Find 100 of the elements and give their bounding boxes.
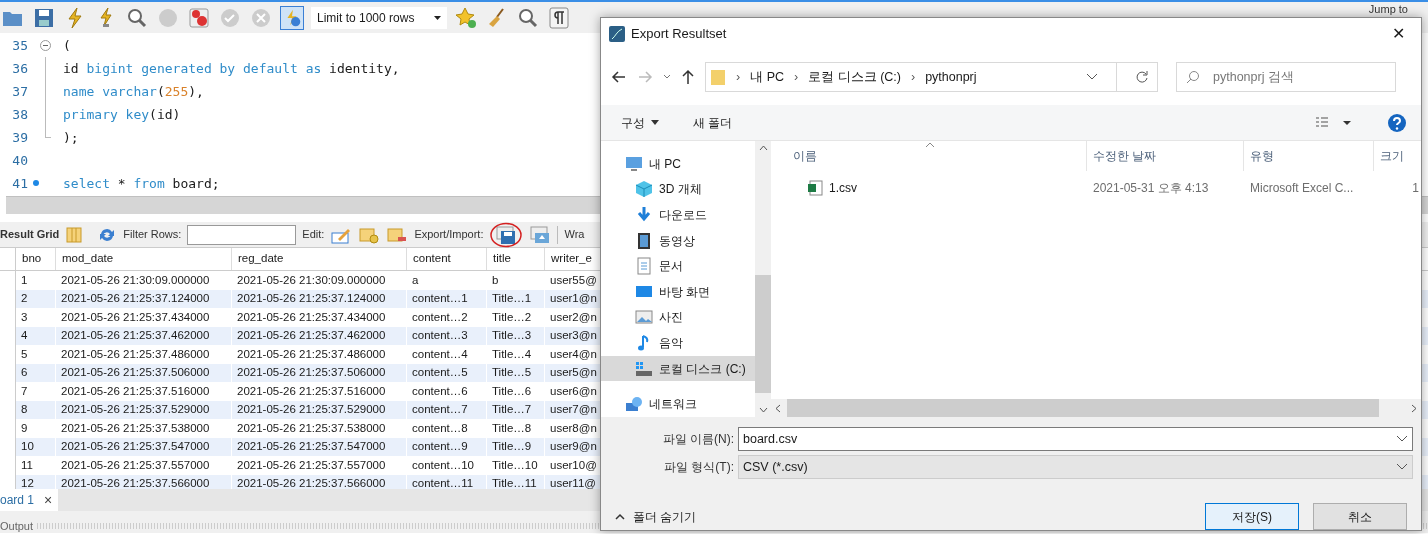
close-tab-icon[interactable]: ×	[44, 489, 53, 511]
error-icon[interactable]	[187, 5, 211, 30]
table-cell: 5	[16, 345, 56, 364]
table-cell: a	[407, 271, 487, 290]
table-cell: Title…4	[487, 345, 545, 364]
edit-label: Edit:	[302, 227, 325, 243]
search-icon	[1186, 70, 1200, 84]
close-button[interactable]: ✕	[1383, 21, 1413, 46]
new-folder-button[interactable]: 새 폴더	[693, 113, 733, 132]
table-cell: Title…8	[487, 419, 545, 438]
column-header[interactable]: title	[487, 248, 545, 270]
column-header[interactable]: mod_date	[56, 248, 232, 270]
code-line: primary key(id)	[63, 105, 181, 124]
breadcrumb-item[interactable]: 로컬 디스크 (C:)	[808, 67, 901, 87]
help-icon[interactable]	[1387, 112, 1407, 133]
back-icon[interactable]	[611, 69, 627, 85]
star-add-icon[interactable]	[454, 5, 478, 30]
nav-item[interactable]: 로컬 디스크 (C:)	[601, 355, 755, 382]
result-grid-label: Result Grid	[0, 227, 60, 243]
column-header[interactable]: reg_date	[232, 248, 407, 270]
export-icon[interactable]	[495, 224, 518, 245]
spreadsheet-file-icon	[807, 180, 823, 196]
line-number: 38	[11, 105, 28, 124]
table-cell: 11	[16, 456, 56, 475]
column-header[interactable]: 이름	[787, 141, 1087, 171]
line-number: 41	[11, 174, 28, 193]
column-header[interactable]: bno	[16, 248, 56, 270]
wrap-label: Wra	[564, 227, 585, 243]
code-line: );	[63, 128, 79, 147]
scroll-up-icon[interactable]	[758, 145, 768, 151]
nav-item[interactable]: 내 PC	[601, 151, 755, 177]
file-name[interactable]: 1.csv	[829, 179, 857, 197]
breadcrumb-item[interactable]: 내 PC	[750, 67, 784, 87]
file-size: 1	[1411, 180, 1420, 197]
code-line: (	[63, 36, 71, 55]
import-icon[interactable]	[529, 224, 552, 245]
sort-caret-icon	[925, 142, 935, 148]
computer-icon	[625, 154, 643, 173]
view-options-icon[interactable]	[1315, 115, 1353, 130]
limit-dropdown[interactable]: Limit to 1000 rows	[311, 6, 447, 29]
line-number: 35	[11, 36, 28, 55]
filename-field[interactable]: board.csv	[738, 427, 1413, 451]
field-label: 파일 형식(T):	[663, 459, 734, 476]
column-header[interactable]: 유형	[1244, 141, 1374, 171]
scroll-left-icon[interactable]	[775, 403, 781, 413]
scrollbar-thumb[interactable]	[755, 275, 771, 393]
line-number: 39	[11, 128, 28, 147]
dropdown-caret-icon[interactable]	[1086, 73, 1098, 81]
recent-caret-icon[interactable]	[663, 74, 671, 80]
autocommit-icon[interactable]	[280, 5, 304, 30]
output-label: Output	[0, 518, 34, 534]
network-icon	[625, 395, 643, 414]
table-cell: 2021-05-26 21:30:09.000000	[56, 271, 232, 290]
table-cell: 2021-05-26 21:25:37.516000	[232, 382, 407, 401]
filter-rows-field[interactable]	[187, 224, 297, 245]
table-cell: 2021-05-26 21:25:37.434000	[232, 308, 407, 327]
column-header[interactable]: 크기	[1374, 141, 1428, 171]
download-arrow-icon	[635, 206, 653, 224]
dropdown-caret-icon	[1396, 463, 1408, 471]
search-field[interactable]: pythonprj 검색	[1176, 62, 1396, 92]
organize-menu[interactable]: 구성	[621, 113, 659, 132]
breadcrumb-separator: ›	[910, 68, 916, 86]
scroll-down-icon[interactable]	[758, 407, 768, 413]
breadcrumb-separator: ›	[736, 68, 741, 86]
folder-icon	[710, 68, 726, 86]
table-cell: b	[487, 271, 545, 290]
table-cell: 2021-05-26 21:25:37.538000	[232, 419, 407, 438]
table-cell: 2021-05-26 21:25:37.434000	[56, 308, 232, 327]
nav-item[interactable]: 다운로드	[601, 202, 755, 228]
table-cell: 1	[16, 271, 56, 290]
save-button[interactable]: 저장(S)	[1205, 503, 1299, 530]
column-header[interactable]: 수정한 날짜	[1087, 141, 1244, 171]
result-tab[interactable]: oard 1 ×	[0, 489, 59, 511]
picture-icon	[635, 308, 653, 327]
filetype-dropdown[interactable]: CSV (*.csv)	[738, 455, 1413, 479]
vertical-scrollbar[interactable]	[755, 141, 771, 417]
chevron-up-icon	[615, 513, 625, 520]
breadcrumb-item[interactable]: pythonprj	[925, 67, 977, 87]
caret-icon	[651, 120, 659, 125]
scroll-right-icon[interactable]	[1411, 403, 1417, 413]
table-cell: content…2	[407, 308, 487, 327]
column-header[interactable]: content	[407, 248, 487, 270]
up-icon[interactable]	[681, 69, 695, 85]
document-icon	[635, 257, 653, 276]
fold-icon[interactable]	[40, 40, 51, 51]
forward-icon[interactable]	[637, 69, 653, 85]
table-cell: Title…10	[487, 456, 545, 475]
dropdown-caret-icon	[1396, 435, 1408, 443]
table-cell: 9	[16, 419, 56, 438]
table-cell: 2021-05-26 21:25:37.486000	[56, 345, 232, 364]
hide-folders-toggle[interactable]: 폴더 숨기기	[615, 507, 1205, 526]
address-bar[interactable]: › 내 PC › 로컬 디스크 (C:) › pythonprj	[705, 62, 1158, 92]
cancel-button[interactable]: 취소	[1313, 503, 1407, 530]
drive-icon	[635, 359, 653, 378]
film-icon	[635, 231, 653, 250]
table-cell: content…6	[407, 382, 487, 401]
nav-item[interactable]: 3D 개체	[601, 176, 755, 203]
table-cell: content…8	[407, 419, 487, 438]
pilcrow-icon[interactable]	[547, 5, 571, 30]
grid-columns-icon[interactable]	[65, 225, 84, 244]
